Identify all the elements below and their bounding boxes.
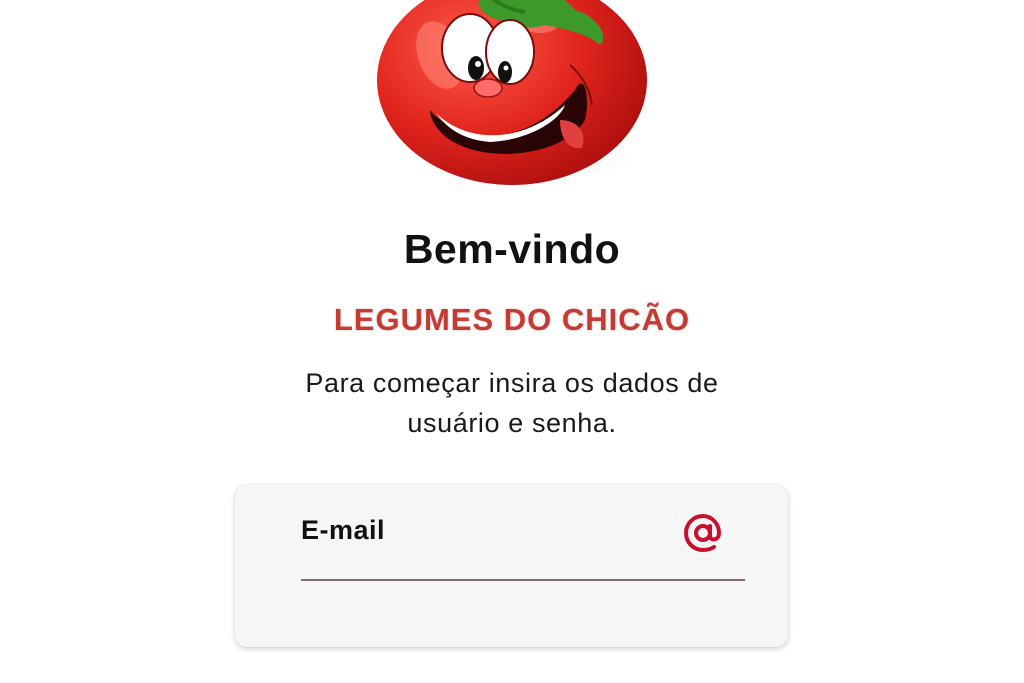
tomato-mascot-icon xyxy=(377,0,650,185)
login-screen: Bem-vindo LEGUMES DO CHICÃO Para começar… xyxy=(0,0,1024,683)
email-underline xyxy=(301,579,745,581)
email-input[interactable] xyxy=(301,553,685,579)
brand-name: LEGUMES DO CHICÃO xyxy=(333,302,691,337)
at-icon xyxy=(683,513,722,553)
welcome-title: Bem-vindo xyxy=(403,226,621,272)
email-field-card: E-mail xyxy=(235,485,788,647)
email-label: E-mail xyxy=(301,515,386,545)
instructions-text: Para começar insira os dados de usuário … xyxy=(305,368,719,438)
